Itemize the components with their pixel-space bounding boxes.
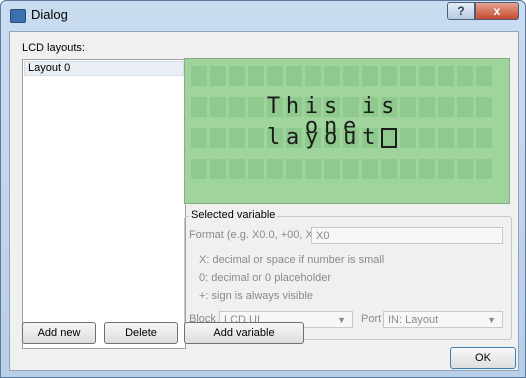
lcd-cell bbox=[457, 128, 473, 148]
lcd-cell bbox=[210, 128, 226, 148]
lcd-cell bbox=[438, 159, 454, 179]
lcd-cell bbox=[400, 159, 416, 179]
lcd-cell bbox=[210, 159, 226, 179]
chevron-down-icon: ▼ bbox=[337, 315, 346, 325]
lcd-cell bbox=[286, 66, 302, 86]
lcd-layouts-label: LCD layouts: bbox=[22, 42, 85, 54]
lcd-cell bbox=[438, 66, 454, 86]
lcd-cell bbox=[400, 66, 416, 86]
lcd-cell bbox=[286, 159, 302, 179]
lcd-cell bbox=[457, 66, 473, 86]
lcd-cell bbox=[191, 128, 207, 148]
port-select[interactable]: IN: Layout ▼ bbox=[383, 311, 503, 328]
add-new-button[interactable]: Add new bbox=[22, 322, 96, 344]
add-variable-button[interactable]: Add variable bbox=[184, 322, 304, 344]
lcd-cell bbox=[476, 97, 492, 117]
lcd-cell bbox=[419, 159, 435, 179]
layouts-list[interactable]: Layout 0 bbox=[22, 59, 186, 349]
chevron-down-icon: ▼ bbox=[487, 315, 496, 325]
port-label: Port bbox=[361, 313, 382, 325]
title-bar[interactable]: Dialog ? x bbox=[1, 1, 525, 31]
format-help-x: X: decimal or space if number is small bbox=[199, 254, 385, 266]
lcd-cell bbox=[343, 66, 359, 86]
lcd-cell bbox=[419, 66, 435, 86]
lcd-cell bbox=[476, 128, 492, 148]
window-icon bbox=[10, 9, 26, 23]
selected-variable-title: Selected variable bbox=[189, 209, 278, 221]
lcd-cell bbox=[381, 66, 397, 86]
lcd-cell bbox=[210, 66, 226, 86]
dialog-window: Dialog ? x LCD layouts: Layout 0 This is… bbox=[0, 0, 526, 378]
format-label: Format (e.g. X0.0, +00, X0) bbox=[189, 229, 323, 241]
lcd-cell bbox=[476, 159, 492, 179]
lcd-cell bbox=[438, 97, 454, 117]
lcd-cell bbox=[381, 159, 397, 179]
lcd-cell bbox=[248, 159, 264, 179]
lcd-cell bbox=[476, 66, 492, 86]
lcd-cell bbox=[191, 66, 207, 86]
list-item-layout-0[interactable]: Layout 0 bbox=[24, 61, 184, 76]
lcd-cell bbox=[457, 159, 473, 179]
lcd-cell bbox=[343, 159, 359, 179]
lcd-cell bbox=[191, 97, 207, 117]
lcd-cell bbox=[305, 66, 321, 86]
lcd-cell bbox=[457, 97, 473, 117]
lcd-cell bbox=[210, 97, 226, 117]
lcd-cell bbox=[248, 66, 264, 86]
help-button[interactable]: ? bbox=[447, 2, 475, 20]
lcd-cell bbox=[362, 66, 378, 86]
dialog-client-area: LCD layouts: Layout 0 This is one layout… bbox=[9, 31, 519, 371]
lcd-cursor bbox=[381, 128, 397, 148]
lcd-cell bbox=[267, 159, 283, 179]
lcd-cell bbox=[438, 128, 454, 148]
lcd-cell bbox=[324, 159, 340, 179]
format-help-0: 0: decimal or 0 placeholder bbox=[199, 272, 332, 284]
lcd-preview[interactable]: This is one layout bbox=[184, 58, 510, 204]
format-input[interactable]: X0 bbox=[311, 227, 503, 244]
ok-button[interactable]: OK bbox=[450, 347, 516, 369]
lcd-cell bbox=[362, 159, 378, 179]
delete-button[interactable]: Delete bbox=[104, 322, 178, 344]
lcd-cell bbox=[267, 66, 283, 86]
port-select-value: IN: Layout bbox=[388, 314, 439, 326]
window-title: Dialog bbox=[31, 7, 68, 22]
lcd-cell bbox=[191, 159, 207, 179]
close-button[interactable]: x bbox=[475, 2, 519, 20]
lcd-cell bbox=[229, 159, 245, 179]
lcd-cell bbox=[229, 66, 245, 86]
lcd-cell bbox=[324, 66, 340, 86]
lcd-cell bbox=[305, 159, 321, 179]
format-help-plus: +: sign is always visible bbox=[199, 290, 314, 302]
lcd-line-2: layout bbox=[267, 125, 382, 150]
